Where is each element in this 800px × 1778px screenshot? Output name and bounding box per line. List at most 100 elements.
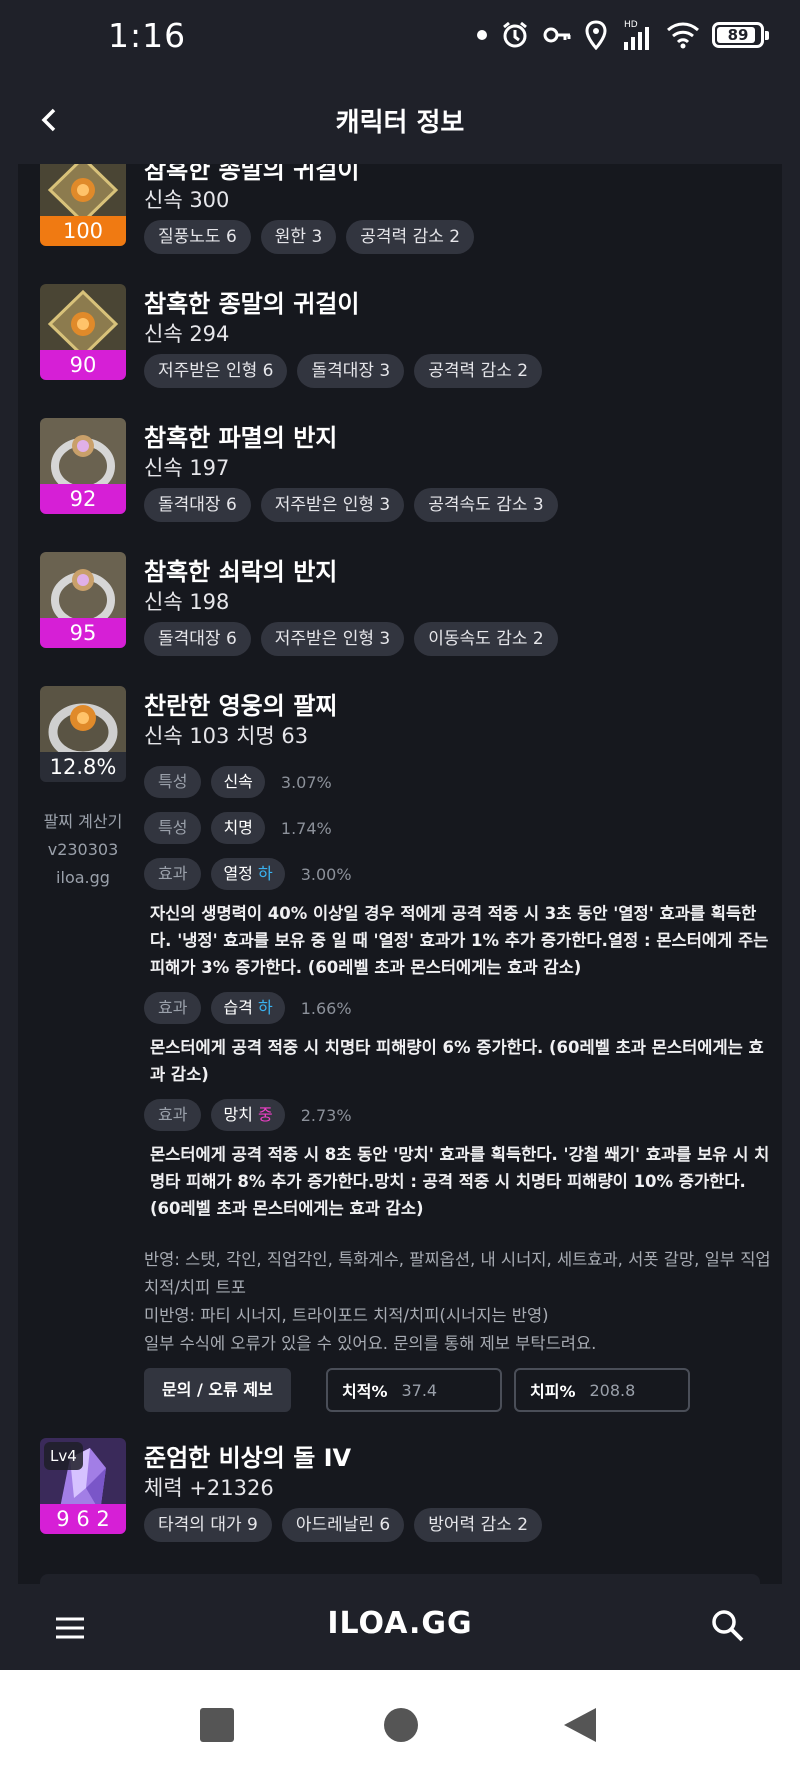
brand-logo[interactable]: ILOA.GG — [0, 1606, 800, 1641]
item-name: 준엄한 비상의 돌 IV — [144, 1444, 352, 1472]
system-back-button[interactable] — [562, 1706, 598, 1744]
option-name: 신속 — [211, 766, 265, 798]
option-description: 몬스터에게 공격 적중 시 8초 동안 '망치' 효과를 획득한다. '강철 쐐… — [150, 1145, 770, 1218]
system-nav-bar — [0, 1670, 800, 1778]
option-percent: 1.66% — [300, 998, 352, 1018]
option-type: 효과 — [144, 992, 202, 1024]
engraving-list: 돌격대장 6 저주받은 인형 3 공격속도 감소 3 — [144, 488, 558, 522]
bracelet-option-row: 효과 망치 중 2.73% — [144, 1099, 352, 1131]
calc-note: 일부 수식에 오류가 있을 수 있어요. 문의를 통해 제보 부탁드려요. — [144, 1334, 597, 1353]
alarm-icon — [503, 21, 527, 48]
calc-note: 반영: 스탯, 각인, 직업각인, 특화계수, 팔찌옵션, 내 시너지, 세트효… — [144, 1250, 771, 1297]
stone-level-badge: Lv4 — [44, 1442, 83, 1470]
next-section-card — [40, 1574, 760, 1584]
option-name: 치명 — [211, 812, 265, 844]
option-percent: 3.07% — [280, 772, 332, 792]
signal-icon: HD — [624, 20, 649, 50]
calc-label-site: iloa.gg — [56, 868, 110, 887]
report-error-button[interactable]: 문의 / 오류 제보 — [144, 1368, 291, 1412]
option-percent: 3.00% — [300, 864, 352, 884]
option-grade: 중 — [258, 1105, 273, 1124]
key-icon — [543, 27, 571, 43]
bracelet-item[interactable]: 12.8% 팔찌 계산기 v230303 iloa.gg 찬란한 영웅의 팔찌 … — [40, 686, 771, 1426]
option-type: 효과 — [144, 1099, 202, 1131]
option-grade: 하 — [258, 998, 273, 1017]
option-type: 특성 — [144, 812, 202, 844]
status-time: 1:16 — [108, 16, 187, 55]
recent-apps-button[interactable] — [200, 1708, 234, 1742]
calc-label-version: v230303 — [47, 840, 119, 859]
option-grade: 하 — [258, 864, 273, 883]
bracelet-option-row: 효과 습격 하 1.66% — [144, 992, 352, 1024]
quality-badge: 100 — [40, 216, 126, 246]
crit-damage-field[interactable]: 치피% 208.8 — [514, 1368, 690, 1412]
quality-badge: 95 — [40, 618, 126, 648]
engraving-chip: 공격속도 감소 3 — [414, 488, 558, 522]
option-type: 특성 — [144, 766, 202, 798]
status-icons: HD 89 — [476, 18, 769, 52]
engraving-chip: 돌격대장 6 — [144, 622, 251, 656]
engraving-chip: 저주받은 인형 3 — [260, 488, 405, 522]
engraving-chip: 공격력 감소 2 — [346, 220, 475, 254]
battery-icon: 89 — [712, 22, 769, 48]
engraving-list: 질풍노도 6 원한 3 공격력 감소 2 — [144, 220, 475, 254]
crit-damage-label: 치피% — [530, 1382, 576, 1401]
item-name: 참혹한 종말의 귀걸이 — [144, 164, 360, 184]
engraving-chip: 타격의 대가 9 — [144, 1508, 272, 1542]
engraving-chip: 아드레날린 6 — [281, 1508, 405, 1542]
item-name: 참혹한 종말의 귀걸이 — [144, 290, 360, 318]
home-button[interactable] — [384, 1708, 418, 1742]
engraving-list: 저주받은 인형 6 돌격대장 3 공격력 감소 2 — [144, 354, 543, 388]
bracelet-option-row: 특성 신속 3.07% — [144, 766, 332, 798]
bottom-nav: ILOA.GG — [0, 1584, 800, 1670]
engraving-chip: 공격력 감소 2 — [414, 354, 543, 388]
engraving-chip: 돌격대장 3 — [297, 354, 405, 388]
engraving-list: 타격의 대가 9 아드레날린 6 방어력 감소 2 — [144, 1508, 543, 1542]
bracelet-option-row: 효과 열정 하 3.00% — [144, 858, 352, 890]
quality-badge: 92 — [40, 484, 126, 514]
bracelet-option-row: 특성 치명 1.74% — [144, 812, 332, 844]
wifi-icon — [667, 22, 699, 49]
engraving-chip: 이동속도 감소 2 — [414, 622, 558, 656]
engraving-chip: 저주받은 인형 3 — [260, 622, 405, 656]
engraving-chip: 질풍노도 6 — [144, 220, 251, 254]
item-stat: 체력 +21326 — [144, 1476, 274, 1500]
crit-rate-field[interactable]: 치적% 37.4 — [326, 1368, 502, 1412]
item-name: 참혹한 파멸의 반지 — [144, 424, 338, 452]
option-description: 자신의 생명력이 40% 이상일 경우 적에게 공격 적중 시 3초 동안 '열… — [150, 904, 769, 977]
item-stat: 신속 294 — [144, 322, 230, 346]
crit-damage-value: 208.8 — [589, 1380, 636, 1400]
option-type: 효과 — [144, 858, 202, 890]
option-name: 습격 하 — [211, 992, 285, 1024]
item-name: 참혹한 쇠락의 반지 — [144, 558, 338, 586]
battery-level: 89 — [727, 26, 749, 44]
bracelet-percent: 12.8% — [40, 752, 126, 782]
equipment-list[interactable]: 100 참혹한 종말의 귀걸이 신속 300 질풍노도 6 원한 3 공격력 감… — [18, 164, 782, 1584]
engraving-chip: 돌격대장 6 — [144, 488, 251, 522]
quality-badge: 9 6 2 — [40, 1504, 126, 1534]
calc-note: 미반영: 파티 시너지, 트라이포드 치적/치피(시너지는 반영) — [144, 1306, 549, 1325]
quality-badge: 90 — [40, 350, 126, 380]
option-percent: 2.73% — [300, 1105, 352, 1125]
engraving-list: 돌격대장 6 저주받은 인형 3 이동속도 감소 2 — [144, 622, 558, 656]
item-name: 찬란한 영웅의 팔찌 — [144, 692, 338, 720]
item-stat: 신속 103 치명 63 — [144, 724, 309, 748]
app-header: 캐릭터 정보 — [0, 74, 800, 164]
option-name: 망치 중 — [211, 1099, 285, 1131]
option-description: 몬스터에게 공격 적중 시 치명타 피해량이 6% 증가한다. (60레벨 초과… — [150, 1038, 764, 1084]
option-name-text: 열정 — [223, 864, 253, 883]
item-stat: 신속 198 — [144, 590, 230, 614]
svg-text:HD: HD — [624, 20, 638, 30]
calc-label-title: 팔찌 계산기 — [43, 812, 123, 831]
option-name: 열정 하 — [211, 858, 285, 890]
option-percent: 1.74% — [280, 818, 332, 838]
item-stat: 신속 197 — [144, 456, 230, 480]
search-icon[interactable] — [708, 1606, 748, 1646]
option-name-text: 망치 — [223, 1105, 253, 1124]
engraving-chip: 저주받은 인형 6 — [144, 354, 288, 388]
engraving-chip: 원한 3 — [260, 220, 337, 254]
page-title: 캐릭터 정보 — [335, 108, 465, 138]
item-stat: 신속 300 — [144, 188, 230, 212]
option-name-text: 습격 — [223, 998, 253, 1017]
crit-rate-label: 치적% — [342, 1382, 388, 1401]
